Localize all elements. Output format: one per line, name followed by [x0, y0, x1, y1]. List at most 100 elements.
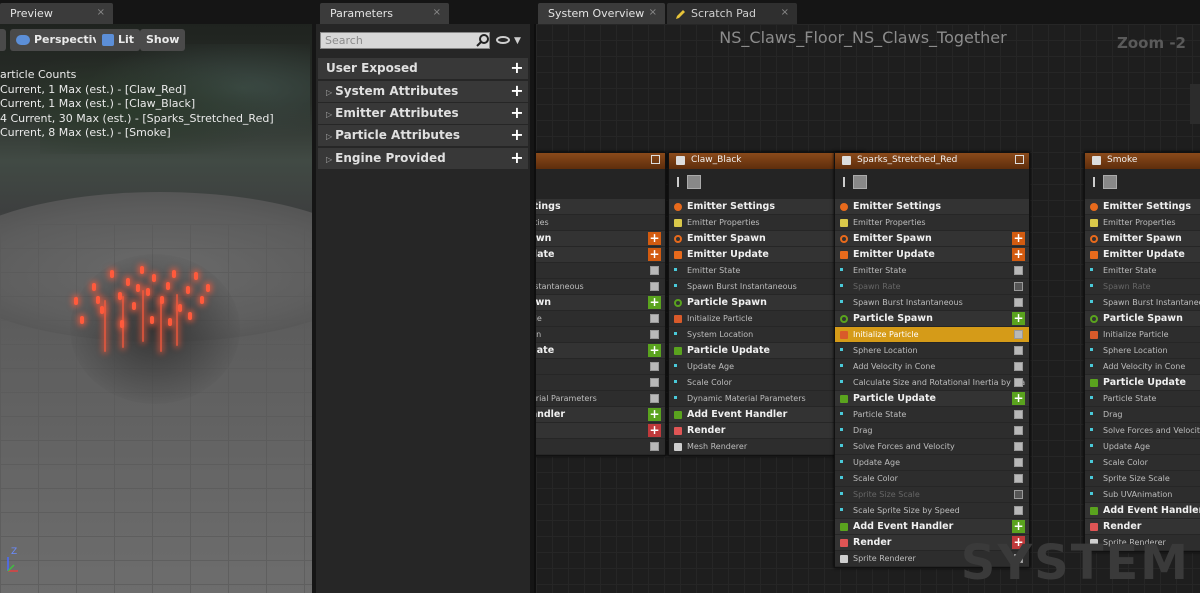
stack-module-row[interactable]: Emitter Properties: [835, 215, 1029, 231]
category-system-attributes[interactable]: ▷ System Attributes +: [318, 81, 528, 102]
chevron-down-icon[interactable]: ▼: [514, 36, 521, 46]
stack-group-header[interactable]: Particle Update: [1085, 375, 1200, 391]
stack-group-header[interactable]: Emitter Settings: [1085, 199, 1200, 215]
module-enable-checkbox[interactable]: [1014, 442, 1023, 451]
emitter-node[interactable]: Sparks_Stretched_Red Emitter Settings Emit…: [834, 152, 1030, 568]
stack-module-row[interactable]: Drag: [835, 423, 1029, 439]
module-enable-checkbox[interactable]: [1014, 410, 1023, 419]
stack-module-row[interactable]: Scale Sprite Size by Speed: [835, 503, 1029, 519]
add-module-icon[interactable]: +: [1012, 248, 1025, 261]
add-module-icon[interactable]: +: [648, 424, 661, 437]
module-enable-checkbox[interactable]: [1014, 474, 1023, 483]
stack-module-row[interactable]: Sprite Size Scale: [835, 487, 1029, 503]
close-icon[interactable]: ×: [649, 7, 657, 18]
expand-arrow-icon[interactable]: ▷: [326, 110, 332, 119]
module-enable-checkbox[interactable]: [650, 330, 659, 339]
enable-checkbox[interactable]: [1092, 156, 1101, 165]
emitter-node-header[interactable]: Sparks_Stretched_Red: [835, 153, 1029, 169]
stack-group-header[interactable]: itter Update +: [536, 247, 665, 263]
add-module-icon[interactable]: +: [648, 344, 661, 357]
module-enable-checkbox[interactable]: [650, 314, 659, 323]
add-icon[interactable]: +: [510, 150, 524, 166]
stack-group-header[interactable]: Add Event Handler +: [835, 519, 1029, 535]
stack-module-row[interactable]: tem Location: [536, 327, 665, 343]
module-enable-checkbox[interactable]: [1014, 298, 1023, 307]
add-icon[interactable]: +: [510, 83, 524, 99]
emitter-node[interactable]: Smoke Emitter Settings Emitter Properties E…: [1084, 152, 1200, 552]
add-module-icon[interactable]: +: [1012, 232, 1025, 245]
stack-module-row[interactable]: Spawn Burst Instantaneous: [835, 295, 1029, 311]
add-module-icon[interactable]: +: [1012, 520, 1025, 533]
add-module-icon[interactable]: +: [648, 232, 661, 245]
tab-scratch-pad[interactable]: Scratch Pad ×: [667, 3, 797, 24]
stack-module-row[interactable]: Sprite Size Scale: [1085, 471, 1200, 487]
pin-icon[interactable]: [843, 177, 849, 187]
close-icon[interactable]: ×: [97, 7, 105, 18]
stack-module-row[interactable]: Spawn Rate: [1085, 279, 1200, 295]
enable-checkbox[interactable]: [676, 156, 685, 165]
stack-module-row[interactable]: Update Age: [835, 455, 1029, 471]
emitter-thumbnail[interactable]: [687, 175, 701, 189]
module-enable-checkbox[interactable]: [650, 394, 659, 403]
module-enable-checkbox[interactable]: [1014, 490, 1023, 499]
stack-group-header[interactable]: der+: [536, 423, 665, 439]
module-enable-checkbox[interactable]: [1014, 378, 1023, 387]
stack-module-row[interactable]: Scale Color: [1085, 455, 1200, 471]
module-enable-checkbox[interactable]: [650, 266, 659, 275]
add-module-icon[interactable]: +: [648, 408, 661, 421]
stack-group-header[interactable]: Emitter Spawn +: [835, 231, 1029, 247]
stack-group-header[interactable]: Particle Spawn +: [835, 311, 1029, 327]
close-icon[interactable]: ×: [433, 7, 441, 18]
stack-group-header[interactable]: ticle Update +: [536, 343, 665, 359]
module-enable-checkbox[interactable]: [1014, 426, 1023, 435]
add-icon[interactable]: +: [510, 60, 524, 76]
stack-module-row[interactable]: Particle State: [835, 407, 1029, 423]
stack-module-row[interactable]: Spawn Burst Instantaneo: [1085, 295, 1200, 311]
stack-module-row[interactable]: Update Age: [1085, 439, 1200, 455]
stack-module-row[interactable]: itter Properties: [536, 215, 665, 231]
module-enable-checkbox[interactable]: [1014, 282, 1023, 291]
stack-module-row[interactable]: ate Age: [536, 359, 665, 375]
category-user-exposed[interactable]: User Exposed +: [318, 58, 528, 79]
viewport-menu-button[interactable]: [0, 29, 6, 51]
stack-group-header[interactable]: Particle Update +: [835, 391, 1029, 407]
stack-group-header[interactable]: Event Handler +: [536, 407, 665, 423]
stack-module-row[interactable]: Add Velocity in Cone: [1085, 359, 1200, 375]
stack-module-row[interactable]: Solve Forces and Velocit: [1085, 423, 1200, 439]
stack-group-header[interactable]: Particle Spawn: [1085, 311, 1200, 327]
stack-module-row[interactable]: Sub UVAnimation: [1085, 487, 1200, 503]
stack-group-header[interactable]: Emitter Spawn: [1085, 231, 1200, 247]
module-enable-checkbox[interactable]: [1014, 346, 1023, 355]
stack-module-row[interactable]: Emitter State: [835, 263, 1029, 279]
add-icon[interactable]: +: [510, 127, 524, 143]
stack-module-row[interactable]: Calculate Size and Rotational Inertia by…: [835, 375, 1029, 391]
module-enable-checkbox[interactable]: [1014, 266, 1023, 275]
stack-module-row[interactable]: Drag: [1085, 407, 1200, 423]
enable-checkbox[interactable]: [842, 156, 851, 165]
module-enable-checkbox[interactable]: [650, 442, 659, 451]
expand-arrow-icon[interactable]: ▷: [326, 132, 332, 141]
add-module-icon[interactable]: +: [648, 248, 661, 261]
stack-module-row[interactable]: Sphere Location: [1085, 343, 1200, 359]
stack-module-row[interactable]: ialize Particle: [536, 311, 665, 327]
stack-module-row[interactable]: itter State: [536, 263, 665, 279]
stack-module-row[interactable]: Emitter Properties: [1085, 215, 1200, 231]
tab-parameters[interactable]: Parameters ×: [320, 3, 449, 24]
stack-module-row[interactable]: Solve Forces and Velocity: [835, 439, 1029, 455]
module-enable-checkbox[interactable]: [1014, 330, 1023, 339]
open-emitter-icon[interactable]: [1015, 155, 1024, 164]
emitter-thumbnail[interactable]: [1103, 175, 1117, 189]
graph-scrollbar[interactable]: [1190, 84, 1200, 124]
category-engine-provided[interactable]: ▷ Engine Provided +: [318, 148, 528, 169]
stack-group-header[interactable]: Render: [1085, 519, 1200, 535]
expand-arrow-icon[interactable]: ▷: [326, 88, 332, 97]
tab-system-overview[interactable]: System Overview ×: [538, 3, 665, 24]
pin-icon[interactable]: [677, 177, 683, 187]
stack-module-row[interactable]: Scale Color: [835, 471, 1029, 487]
stack-group-header[interactable]: Emitter Update +: [835, 247, 1029, 263]
stack-module-row[interactable]: Spawn Rate: [835, 279, 1029, 295]
add-icon[interactable]: +: [510, 105, 524, 121]
stack-group-header[interactable]: Add Event Handler: [1085, 503, 1200, 519]
lit-button[interactable]: Lit: [96, 29, 141, 51]
module-enable-checkbox[interactable]: [1014, 506, 1023, 515]
